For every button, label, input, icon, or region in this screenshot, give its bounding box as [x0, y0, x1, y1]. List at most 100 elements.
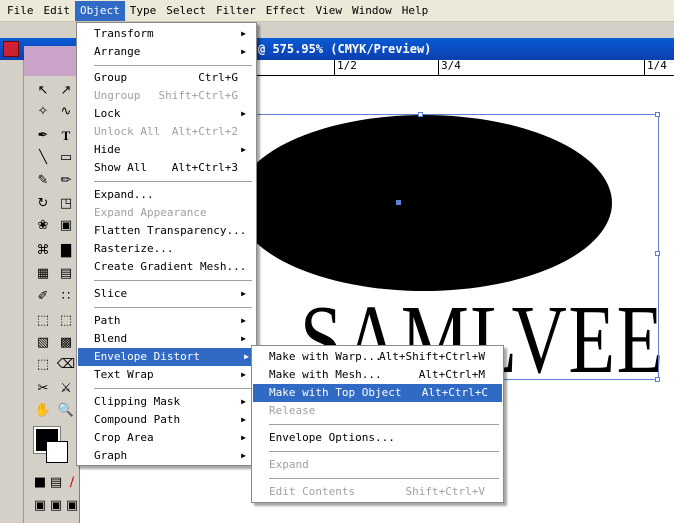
scissors-tool-icon[interactable]: ✂: [33, 380, 53, 398]
menu-view[interactable]: View: [311, 1, 348, 21]
free-transform-tool-icon[interactable]: ▣: [56, 217, 76, 235]
envelope-distort-submenu: Make with Warp... Alt+Shift+Ctrl+W Make w…: [251, 345, 504, 503]
menu-separator: [269, 424, 499, 425]
zoom-tool-icon[interactable]: 🔍: [56, 402, 76, 420]
menu-item-blend[interactable]: Blend ▶: [94, 330, 252, 348]
submenu-arrow-icon: ▶: [244, 352, 249, 361]
selection-handle[interactable]: [655, 112, 660, 117]
stroke-color-swatch[interactable]: [46, 441, 68, 463]
left-panel-strip: [0, 60, 24, 523]
direct-selection-tool-icon[interactable]: ↗: [56, 82, 76, 100]
menu-item-envelope-distort[interactable]: Envelope Distort ▶: [78, 348, 255, 366]
submenu-arrow-icon: ▶: [241, 334, 246, 343]
menu-item-arrange[interactable]: Arrange ▶: [94, 43, 252, 61]
hand-tool-icon[interactable]: ✋: [33, 402, 53, 420]
selection-handle[interactable]: [655, 377, 660, 382]
menu-item-make-with-warp[interactable]: Make with Warp... Alt+Shift+Ctrl+W: [269, 348, 499, 366]
selection-bounding-box: [238, 114, 659, 380]
menu-item-text-wrap[interactable]: Text Wrap ▶: [94, 366, 252, 384]
rotate-tool-icon[interactable]: ↻: [33, 195, 53, 213]
menu-object[interactable]: Object: [75, 0, 125, 21]
slice-select-tool-icon[interactable]: ⬚: [56, 312, 76, 330]
selection-tool-icon[interactable]: ↖: [33, 82, 53, 100]
live-paint-tool-icon[interactable]: ▧: [33, 334, 53, 352]
warp-tool-icon[interactable]: ❀: [33, 217, 53, 235]
mesh-tool-icon[interactable]: ▦: [33, 265, 53, 283]
crop-area-tool-icon[interactable]: ⬚: [33, 356, 53, 374]
menu-file[interactable]: File: [2, 1, 39, 21]
selection-handle[interactable]: [655, 251, 660, 256]
lasso-tool-icon[interactable]: ∿: [56, 103, 76, 121]
pen-tool-icon[interactable]: ✒: [33, 127, 53, 145]
menu-item-rasterize[interactable]: Rasterize...: [94, 240, 252, 258]
submenu-arrow-icon: ▶: [241, 109, 246, 118]
live-paint-select-tool-icon[interactable]: ▩: [56, 334, 76, 352]
selection-center-point: [396, 200, 401, 205]
menu-item-expand-appearance: Expand Appearance: [94, 206, 207, 219]
submenu-arrow-icon: ▶: [241, 397, 246, 406]
menu-item-make-with-top-object[interactable]: Make with Top Object Alt+Ctrl+C: [253, 384, 502, 402]
menu-filter[interactable]: Filter: [211, 1, 261, 21]
menu-item-crop-area[interactable]: Crop Area ▶: [94, 429, 252, 447]
menu-type[interactable]: Type: [125, 1, 162, 21]
horizontal-ruler[interactable]: 1/2 3/4 1/4: [256, 60, 674, 76]
menu-item-release: Release: [269, 404, 316, 417]
document-title: @ 575.95% (CMYK/Preview): [258, 42, 432, 56]
blend-tool-icon[interactable]: ∷: [56, 288, 76, 306]
eraser-tool-icon[interactable]: ⌫: [56, 356, 76, 374]
submenu-arrow-icon: ▶: [241, 29, 246, 38]
menu-item-flatten-transparency[interactable]: Flatten Transparency...: [94, 222, 252, 240]
scale-tool-icon[interactable]: ◳: [56, 195, 76, 213]
none-mode-icon[interactable]: ∕: [62, 474, 82, 492]
menu-item-create-gradient-mesh[interactable]: Create Gradient Mesh...: [94, 258, 252, 276]
menu-item-ungroup: Ungroup Shift+Ctrl+G: [94, 89, 238, 102]
selection-handle[interactable]: [418, 112, 423, 117]
eyedropper-tool-icon[interactable]: ✐: [33, 288, 53, 306]
menu-item-show-all[interactable]: Show All Alt+Ctrl+3: [94, 159, 252, 177]
menu-item-compound-path[interactable]: Compound Path ▶: [94, 411, 252, 429]
ruler-label: 3/4: [438, 60, 461, 76]
menu-item-transform[interactable]: Transform ▶: [94, 25, 252, 43]
menu-item-edit-contents: Edit Contents Shift+Ctrl+V: [269, 485, 485, 498]
document-icon: [3, 41, 19, 57]
menu-effect[interactable]: Effect: [261, 1, 311, 21]
ruler-label: 1/2: [334, 60, 357, 76]
knife-tool-icon[interactable]: ⚔: [56, 380, 76, 398]
submenu-arrow-icon: ▶: [241, 370, 246, 379]
menu-item-clipping-mask[interactable]: Clipping Mask ▶: [94, 393, 252, 411]
menu-item-group[interactable]: Group Ctrl+G: [94, 69, 252, 87]
menu-item-lock[interactable]: Lock ▶: [94, 105, 252, 123]
menu-item-unlock-all: Unlock All Alt+Ctrl+2: [94, 125, 238, 138]
menu-edit[interactable]: Edit: [39, 1, 76, 21]
submenu-arrow-icon: ▶: [241, 289, 246, 298]
full-screen-mode-icon[interactable]: ▣: [62, 497, 82, 515]
gradient-tool-icon[interactable]: ▤: [56, 265, 76, 283]
paintbrush-tool-icon[interactable]: ✎: [33, 172, 53, 190]
magic-wand-tool-icon[interactable]: ✧: [33, 103, 53, 121]
submenu-arrow-icon: ▶: [241, 433, 246, 442]
pencil-tool-icon[interactable]: ✏: [56, 172, 76, 190]
rectangle-tool-icon[interactable]: ▭: [56, 149, 76, 167]
graph-tool-icon[interactable]: ▇: [56, 242, 76, 260]
menu-item-envelope-options[interactable]: Envelope Options...: [269, 429, 499, 447]
symbol-sprayer-tool-icon[interactable]: ⌘: [33, 242, 53, 260]
menu-select[interactable]: Select: [161, 1, 211, 21]
slice-tool-icon[interactable]: ⬚: [33, 312, 53, 330]
type-tool-icon[interactable]: T: [56, 127, 76, 145]
menu-separator: [94, 181, 252, 182]
menu-item-path[interactable]: Path ▶: [94, 312, 252, 330]
menu-item-slice[interactable]: Slice ▶: [94, 285, 252, 303]
menu-window[interactable]: Window: [347, 1, 397, 21]
menu-separator: [94, 280, 252, 281]
menu-separator: [269, 478, 499, 479]
menu-help[interactable]: Help: [397, 1, 434, 21]
submenu-arrow-icon: ▶: [241, 47, 246, 56]
menu-item-graph[interactable]: Graph ▶: [94, 447, 252, 465]
menu-bar: File Edit Object Type Select Filter Effe…: [0, 0, 674, 22]
menu-item-expand[interactable]: Expand...: [94, 186, 252, 204]
menu-item-hide[interactable]: Hide ▶: [94, 141, 252, 159]
submenu-arrow-icon: ▶: [241, 415, 246, 424]
line-tool-icon[interactable]: ╲: [33, 149, 53, 167]
menu-item-make-with-mesh[interactable]: Make with Mesh... Alt+Ctrl+M: [269, 366, 499, 384]
submenu-arrow-icon: ▶: [241, 145, 246, 154]
